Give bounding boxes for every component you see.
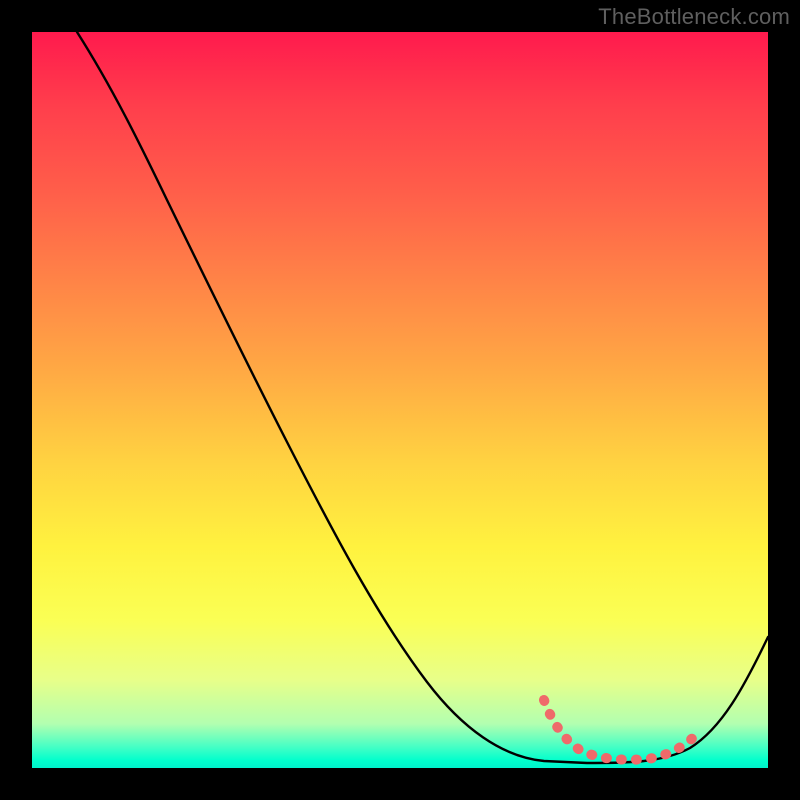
bottleneck-curve — [77, 32, 768, 763]
chart-svg — [32, 32, 768, 768]
chart-frame — [32, 32, 768, 768]
watermark-text: TheBottleneck.com — [598, 4, 790, 30]
optimal-range-marker — [544, 700, 697, 760]
